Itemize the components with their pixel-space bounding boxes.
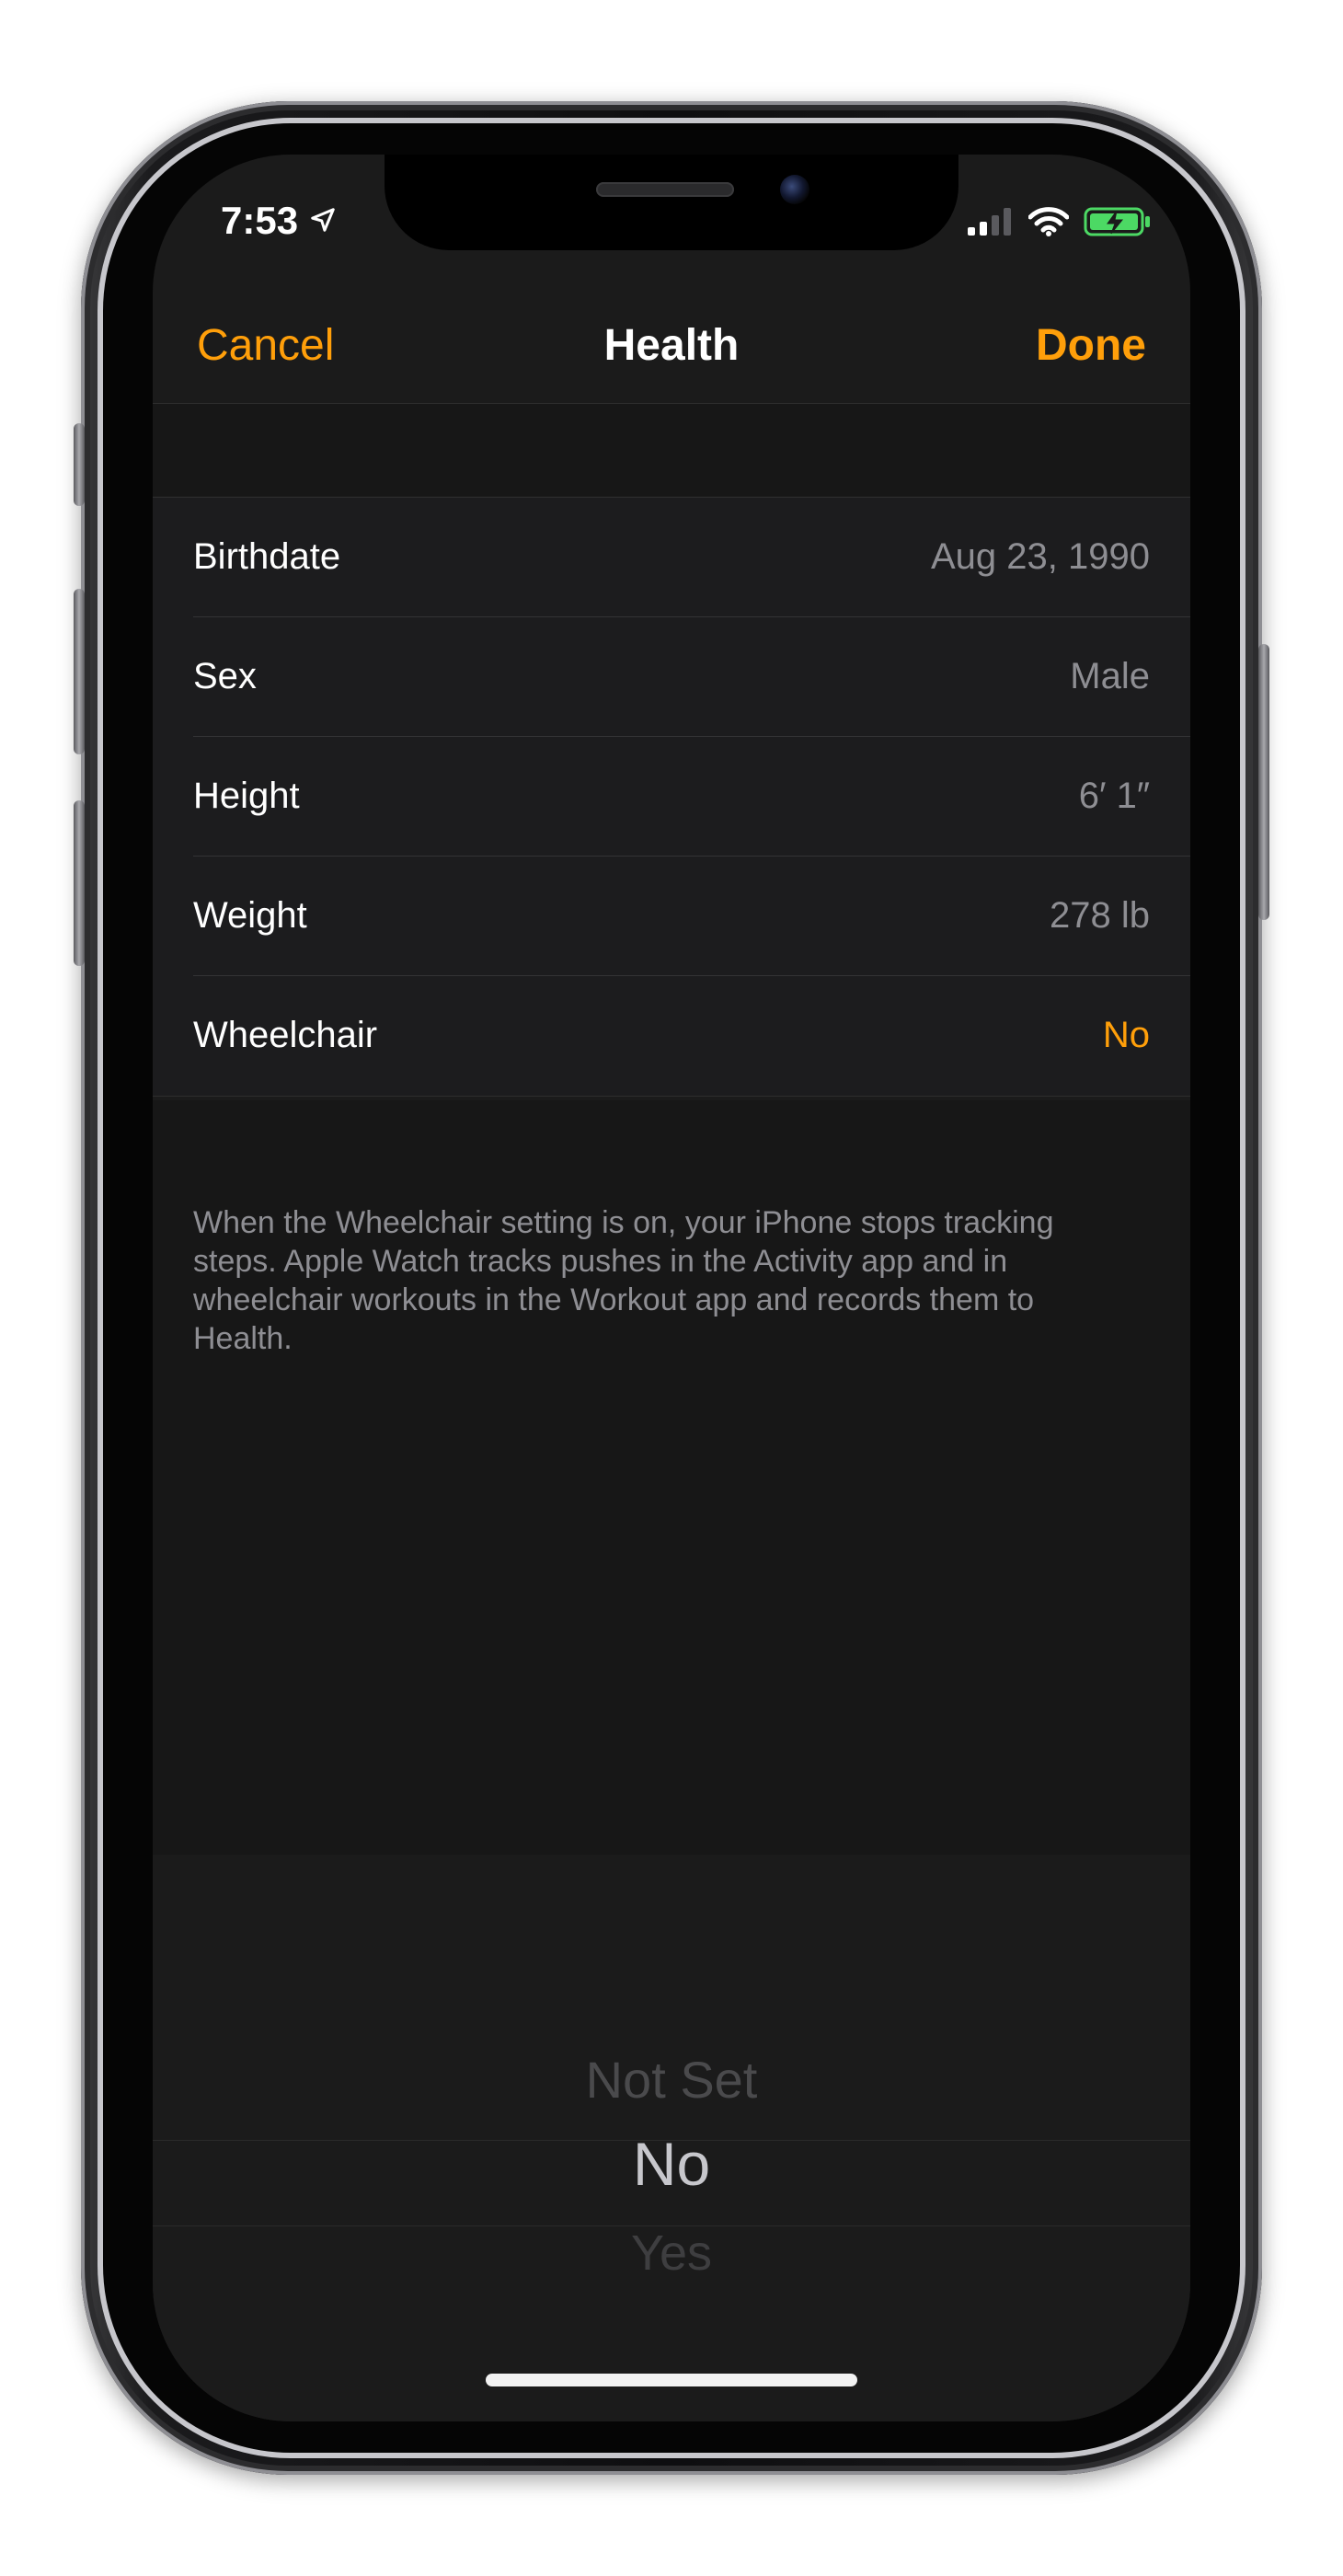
status-icons	[968, 206, 1152, 242]
row-sex[interactable]: Sex Male	[153, 617, 1190, 737]
side-button	[1258, 644, 1269, 920]
device-frame: 7:53 Cancel Health Done Birthdate Aug 23…	[0, 0, 1343, 2576]
row-value-selected: No	[1102, 1015, 1150, 1055]
clock: 7:53	[221, 199, 299, 242]
row-height[interactable]: Height 6′ 1″	[153, 737, 1190, 857]
home-indicator[interactable]	[486, 2374, 857, 2386]
picker-option-yes[interactable]: Yes	[153, 2225, 1190, 2282]
done-button[interactable]: Done	[1036, 320, 1146, 371]
wheelchair-footer-note: When the Wheelchair setting is on, your …	[193, 1205, 1054, 1356]
status-time: 7:53	[221, 199, 337, 243]
row-label: Height	[193, 776, 300, 816]
row-value: 278 lb	[1050, 895, 1150, 936]
row-wheelchair[interactable]: Wheelchair No	[153, 976, 1190, 1096]
front-camera	[780, 175, 809, 204]
row-value: Male	[1070, 656, 1150, 696]
cellular-signal-icon	[968, 208, 1014, 240]
row-value: Aug 23, 1990	[931, 536, 1150, 577]
row-value: 6′ 1″	[1078, 776, 1150, 816]
mute-switch	[74, 423, 85, 506]
row-label: Birthdate	[193, 536, 341, 577]
section-spacer	[153, 404, 1190, 496]
navigation-bar: Cancel Health Done	[153, 293, 1190, 404]
row-label: Wheelchair	[193, 1015, 378, 1055]
screen: 7:53 Cancel Health Done Birthdate Aug 23…	[153, 155, 1190, 2421]
volume-up-button	[74, 589, 85, 754]
row-label: Sex	[193, 656, 257, 696]
notch	[385, 155, 958, 250]
page-title: Health	[603, 321, 740, 370]
volume-down-button	[74, 800, 85, 966]
wifi-icon	[1027, 207, 1070, 241]
row-label: Weight	[193, 895, 307, 936]
wheelchair-picker[interactable]: Not Set No Yes	[153, 1857, 1190, 2421]
battery-charging-icon	[1084, 206, 1152, 242]
location-arrow-icon	[309, 199, 337, 243]
picker-option-not-set[interactable]: Not Set	[153, 2050, 1190, 2110]
speaker-grille	[596, 182, 734, 197]
row-birthdate[interactable]: Birthdate Aug 23, 1990	[153, 498, 1190, 617]
row-weight[interactable]: Weight 278 lb	[153, 857, 1190, 976]
health-details-list: Birthdate Aug 23, 1990 Sex Male Height 6…	[153, 497, 1190, 1097]
picker-option-no[interactable]: No	[153, 2129, 1190, 2199]
